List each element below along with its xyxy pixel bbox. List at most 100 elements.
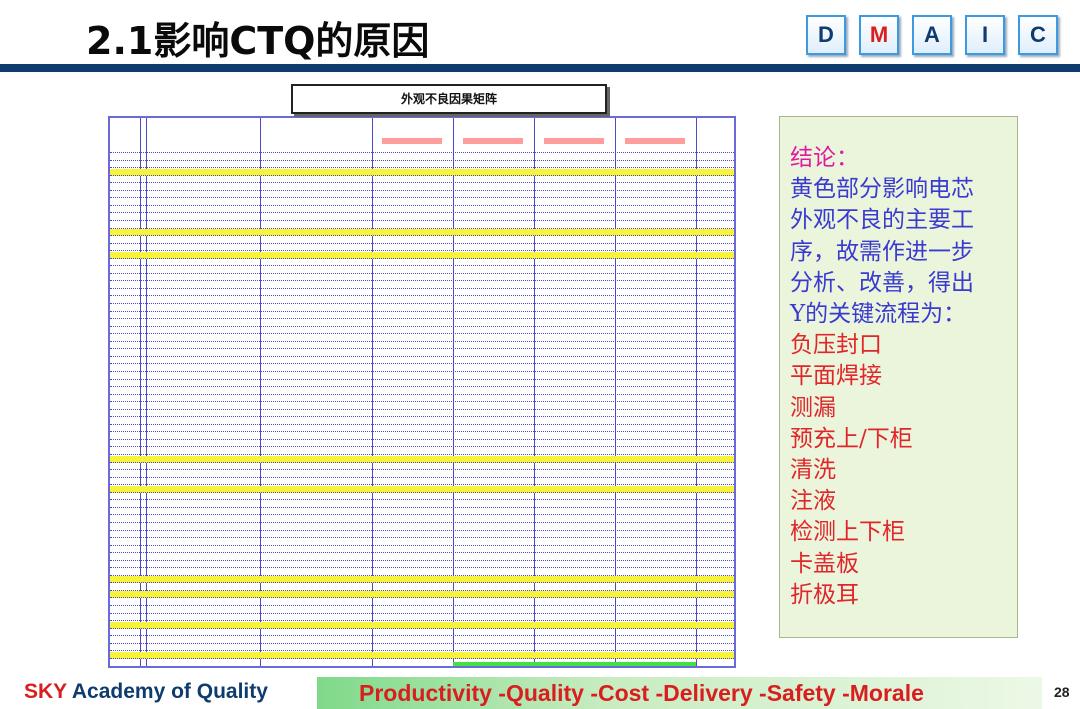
- matrix-row: [110, 350, 734, 357]
- key-process-item: 卡盖板: [790, 550, 859, 577]
- matrix-row: [110, 251, 734, 259]
- conclusion-line: 外观不良的主要工: [790, 207, 974, 234]
- matrix-row: [110, 335, 734, 342]
- matrix-row: [110, 463, 734, 471]
- matrix-row: [110, 440, 734, 448]
- matrix-title: 外观不良因果矩阵: [291, 84, 607, 114]
- matrix-row: [110, 531, 734, 539]
- matrix-row: [110, 569, 734, 576]
- conclusion-line: Y的关键流程为：: [790, 301, 967, 328]
- matrix-row: [110, 455, 734, 463]
- matrix-row: [110, 524, 734, 531]
- matrix-row: [110, 651, 734, 659]
- matrix-row: [110, 146, 734, 153]
- conclusion-line: 序，故需作进一步: [790, 238, 974, 265]
- matrix-row: [110, 493, 734, 501]
- matrix-row: [110, 621, 734, 629]
- matrix-row: [110, 176, 734, 184]
- total-row-highlight: [453, 662, 696, 666]
- matrix-row: [110, 237, 734, 244]
- matrix-row: [110, 274, 734, 282]
- matrix-row: [110, 425, 734, 433]
- matrix-row: [110, 546, 734, 554]
- matrix-row: [110, 508, 734, 516]
- matrix-row: [110, 297, 734, 304]
- matrix-row: [110, 644, 734, 652]
- matrix-row: [110, 168, 734, 176]
- matrix-row: [110, 305, 734, 312]
- key-process-item: 折极耳: [790, 581, 859, 608]
- matrix-row: [110, 214, 734, 221]
- matrix-row: [110, 191, 734, 199]
- dmaic-nav: D M A I C: [806, 15, 1058, 55]
- key-process-item: 清洗: [790, 457, 836, 484]
- matrix-row: [110, 478, 734, 486]
- matrix-row: [110, 267, 734, 274]
- matrix-row: [110, 312, 734, 320]
- matrix-row: [110, 501, 734, 508]
- criteria-tag: [625, 138, 685, 144]
- matrix-row: [110, 289, 734, 297]
- matrix-row: [110, 433, 734, 440]
- brand-sky: SKY: [24, 680, 67, 703]
- criteria-tag: [382, 138, 442, 144]
- conclusion-line: 分析、改善，得出: [790, 269, 974, 296]
- matrix-row: [110, 554, 734, 561]
- key-process-item: 平面焊接: [790, 363, 882, 390]
- matrix-row: [110, 576, 734, 584]
- matrix-row: [110, 244, 734, 252]
- conclusion-line: 黄色部分影响电芯: [790, 176, 974, 203]
- matrix-row: [110, 471, 734, 478]
- matrix-row: [110, 229, 734, 237]
- matrix-row: [110, 327, 734, 335]
- cause-effect-matrix: [108, 116, 736, 668]
- matrix-row: [110, 320, 734, 327]
- matrix-row: [110, 485, 734, 493]
- page-title: 2.1影响CTQ的原因: [86, 19, 430, 63]
- key-process-item: 预充上/下柜: [790, 425, 913, 452]
- matrix-row: [110, 357, 734, 365]
- conclusion-heading: 结论：: [790, 145, 859, 171]
- dmaic-d-button[interactable]: D: [806, 15, 846, 55]
- brand-academy: Academy of Quality: [71, 680, 268, 703]
- matrix-row: [110, 154, 734, 161]
- footer-brand: SKY Academy of Quality: [24, 680, 268, 704]
- key-process-item: 负压封口: [790, 332, 882, 359]
- matrix-row: [110, 591, 734, 599]
- matrix-row: [110, 629, 734, 637]
- matrix-row: [110, 599, 734, 606]
- matrix-row: [110, 388, 734, 395]
- matrix-row: [110, 614, 734, 622]
- matrix-row: [110, 410, 734, 418]
- header-rule: [0, 64, 1080, 72]
- key-process-item: 测漏: [790, 394, 836, 421]
- matrix-row: [110, 380, 734, 388]
- matrix-row: [110, 516, 734, 523]
- matrix-row: [110, 584, 734, 591]
- footer-slogan: Productivity -Quality -Cost -Delivery -S…: [359, 680, 924, 706]
- matrix-row: [110, 403, 734, 410]
- matrix-row: [110, 539, 734, 546]
- matrix-row: [110, 184, 734, 191]
- matrix-row: [110, 637, 734, 644]
- criteria-tag: [544, 138, 604, 144]
- matrix-row: [110, 282, 734, 289]
- matrix-row: [110, 199, 734, 206]
- matrix-row: [110, 342, 734, 350]
- dmaic-m-button[interactable]: M: [859, 15, 899, 55]
- dmaic-i-button[interactable]: I: [965, 15, 1005, 55]
- matrix-row: [110, 448, 734, 455]
- footer-slogan-bar: Productivity -Quality -Cost -Delivery -S…: [317, 677, 1042, 709]
- matrix-row: [110, 418, 734, 425]
- matrix-row: [110, 607, 734, 614]
- dmaic-a-button[interactable]: A: [912, 15, 952, 55]
- matrix-row: [110, 206, 734, 214]
- criteria-tag: [463, 138, 523, 144]
- matrix-row: [110, 161, 734, 169]
- matrix-row: [110, 259, 734, 267]
- dmaic-c-button[interactable]: C: [1018, 15, 1058, 55]
- matrix-row: [110, 222, 734, 229]
- matrix-row: [110, 395, 734, 403]
- matrix-row: [110, 373, 734, 380]
- conclusion-panel: 结论： 黄色部分影响电芯 外观不良的主要工 序，故需作进一步 分析、改善，得出 …: [779, 116, 1018, 638]
